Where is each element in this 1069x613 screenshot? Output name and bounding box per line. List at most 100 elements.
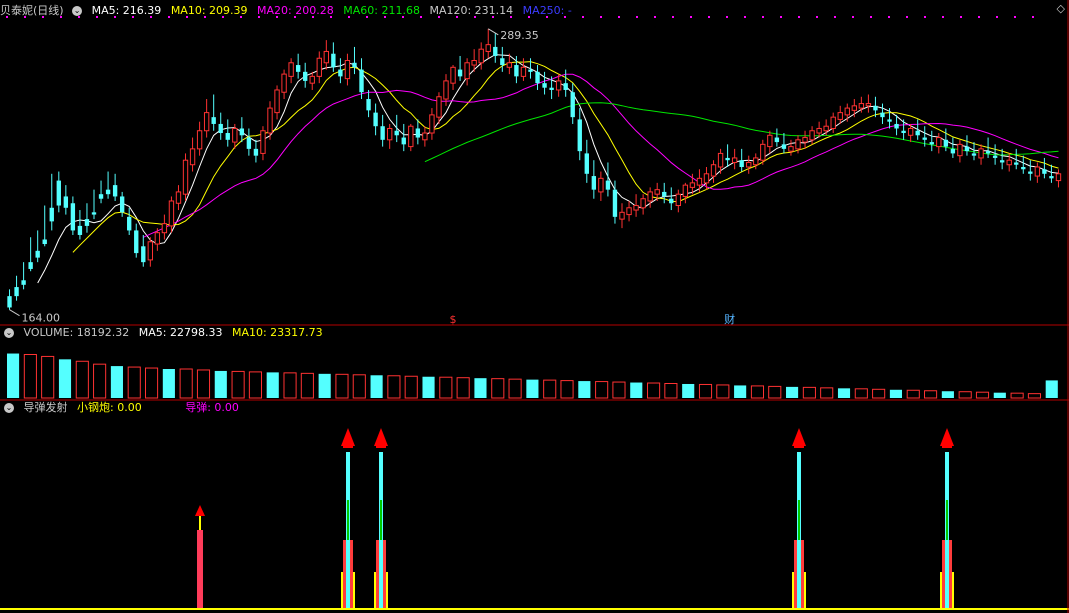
- candle-body-up: [281, 73, 287, 93]
- candle-body-down: [929, 142, 934, 145]
- candle-body-down: [964, 146, 970, 152]
- min-price-label: 164.00: [22, 312, 61, 325]
- chart-frame: [0, 0, 1069, 613]
- candle-body-up: [654, 189, 660, 195]
- candle-body-down: [239, 128, 245, 136]
- ma250-dot: [744, 16, 746, 18]
- volume-bar-up: [716, 384, 730, 399]
- stock-name[interactable]: 贝泰妮(日线): [0, 4, 64, 17]
- candle-body-up: [689, 182, 696, 188]
- signal-arrowhead: [376, 442, 386, 448]
- volume-bar-up: [248, 371, 262, 399]
- volume-bar-down: [474, 378, 487, 398]
- ma120-value: MA120: 231.14: [429, 4, 514, 17]
- candle-body-down: [880, 112, 885, 118]
- candle-body-up: [175, 191, 182, 204]
- ma250-value: MA250: -: [522, 4, 572, 17]
- volume-bar-down: [630, 382, 643, 398]
- volume-bar-up: [647, 382, 661, 399]
- candle-body-down: [528, 69, 533, 72]
- volume-bar-up: [698, 383, 713, 399]
- volume-bar-up: [127, 366, 141, 399]
- candle-body-up: [429, 114, 435, 134]
- candle-body-up: [710, 164, 717, 177]
- volume-bar-up: [543, 379, 557, 399]
- candle-body-up: [823, 125, 829, 132]
- candle-body-down: [985, 151, 991, 154]
- candle-body-down: [303, 71, 308, 81]
- ma250-dot: [996, 16, 998, 18]
- ma5-value: MA5: 216.39: [91, 4, 162, 17]
- candle-body-down: [1021, 166, 1026, 170]
- candle-body-up: [647, 191, 653, 202]
- chevron-down-icon[interactable]: ⌄: [4, 328, 14, 338]
- volume-bar-up: [456, 377, 470, 399]
- candle-body-down: [84, 219, 90, 226]
- candle-body-up: [619, 211, 625, 220]
- candle-body-down: [563, 83, 568, 90]
- chevron-down-icon[interactable]: ⌄: [4, 403, 14, 413]
- volume-bar-down: [993, 392, 1006, 398]
- candle-body-up: [1034, 166, 1041, 177]
- candle-body-down: [774, 137, 780, 143]
- volume-bar-up: [300, 372, 314, 399]
- candle-body-up: [506, 62, 513, 68]
- volume-bar-up: [1027, 393, 1041, 399]
- candle-body-down: [887, 119, 892, 122]
- candle-body-down: [14, 287, 19, 297]
- candle-body-up: [640, 198, 646, 209]
- candle-body-up: [471, 60, 477, 66]
- max-price-pointer: [487, 28, 499, 36]
- volume-bar-up: [41, 355, 55, 399]
- ma250-dot: [762, 16, 764, 18]
- candle-body-down: [514, 65, 519, 77]
- candle-body-down: [943, 139, 949, 147]
- candle-body-up: [731, 157, 738, 163]
- volume-bar-up: [750, 385, 765, 399]
- ma250-dot: [924, 16, 926, 18]
- candle-body-up: [168, 200, 175, 227]
- candle-body-up: [274, 89, 280, 114]
- candle-body-down: [253, 148, 259, 156]
- candle-body-up: [957, 143, 963, 157]
- min-price-pointer: [9, 309, 20, 317]
- candle-body-down: [612, 189, 618, 217]
- volume-bar-down: [786, 386, 799, 398]
- candle-body-down: [971, 153, 977, 156]
- candle-body-up: [260, 130, 266, 154]
- volume-bar-up: [802, 386, 816, 399]
- diamond-icon[interactable]: ◇: [1057, 2, 1065, 15]
- candle-body-down: [42, 239, 47, 245]
- candle-body-up: [753, 157, 759, 166]
- candle-body-down: [901, 130, 906, 134]
- candle-body-down: [359, 69, 364, 93]
- chevron-down-icon[interactable]: ⌄: [72, 6, 83, 16]
- indicator-name[interactable]: 导弹发射: [24, 401, 68, 414]
- candle-body-down: [584, 153, 589, 174]
- ma250-dot: [798, 16, 800, 18]
- signal-arrowhead: [794, 442, 804, 448]
- candle-body-up: [555, 80, 562, 91]
- candle-body-down: [21, 280, 26, 285]
- candle-body-up: [323, 50, 330, 64]
- candle-body-up: [203, 112, 210, 132]
- candle-body-up: [795, 139, 801, 150]
- candle-body-up: [147, 241, 154, 261]
- volume-bar-down: [162, 369, 175, 398]
- ma250-dot: [870, 16, 872, 18]
- candle-body-up: [907, 127, 914, 136]
- candle-body-up: [746, 161, 752, 168]
- candle-body-down: [373, 112, 378, 127]
- indicator-header: ⌄ 导弹发射 小钢炮: 0.00 导弹: 0.00: [0, 401, 245, 415]
- ma5-line: [37, 54, 1059, 284]
- candle-body-up: [316, 57, 322, 77]
- ma10-value: MA10: 209.39: [170, 4, 248, 17]
- candle-body-up: [844, 107, 850, 116]
- ma250-dot: [600, 16, 602, 18]
- candle-body-up: [450, 66, 456, 84]
- volume-bar-up: [872, 388, 886, 399]
- price-labels: 289.35 164.00 $ 财: [9, 28, 735, 326]
- candle-body-down: [134, 230, 139, 254]
- ma250-dot: [1032, 16, 1034, 18]
- volume-bar-up: [664, 383, 678, 399]
